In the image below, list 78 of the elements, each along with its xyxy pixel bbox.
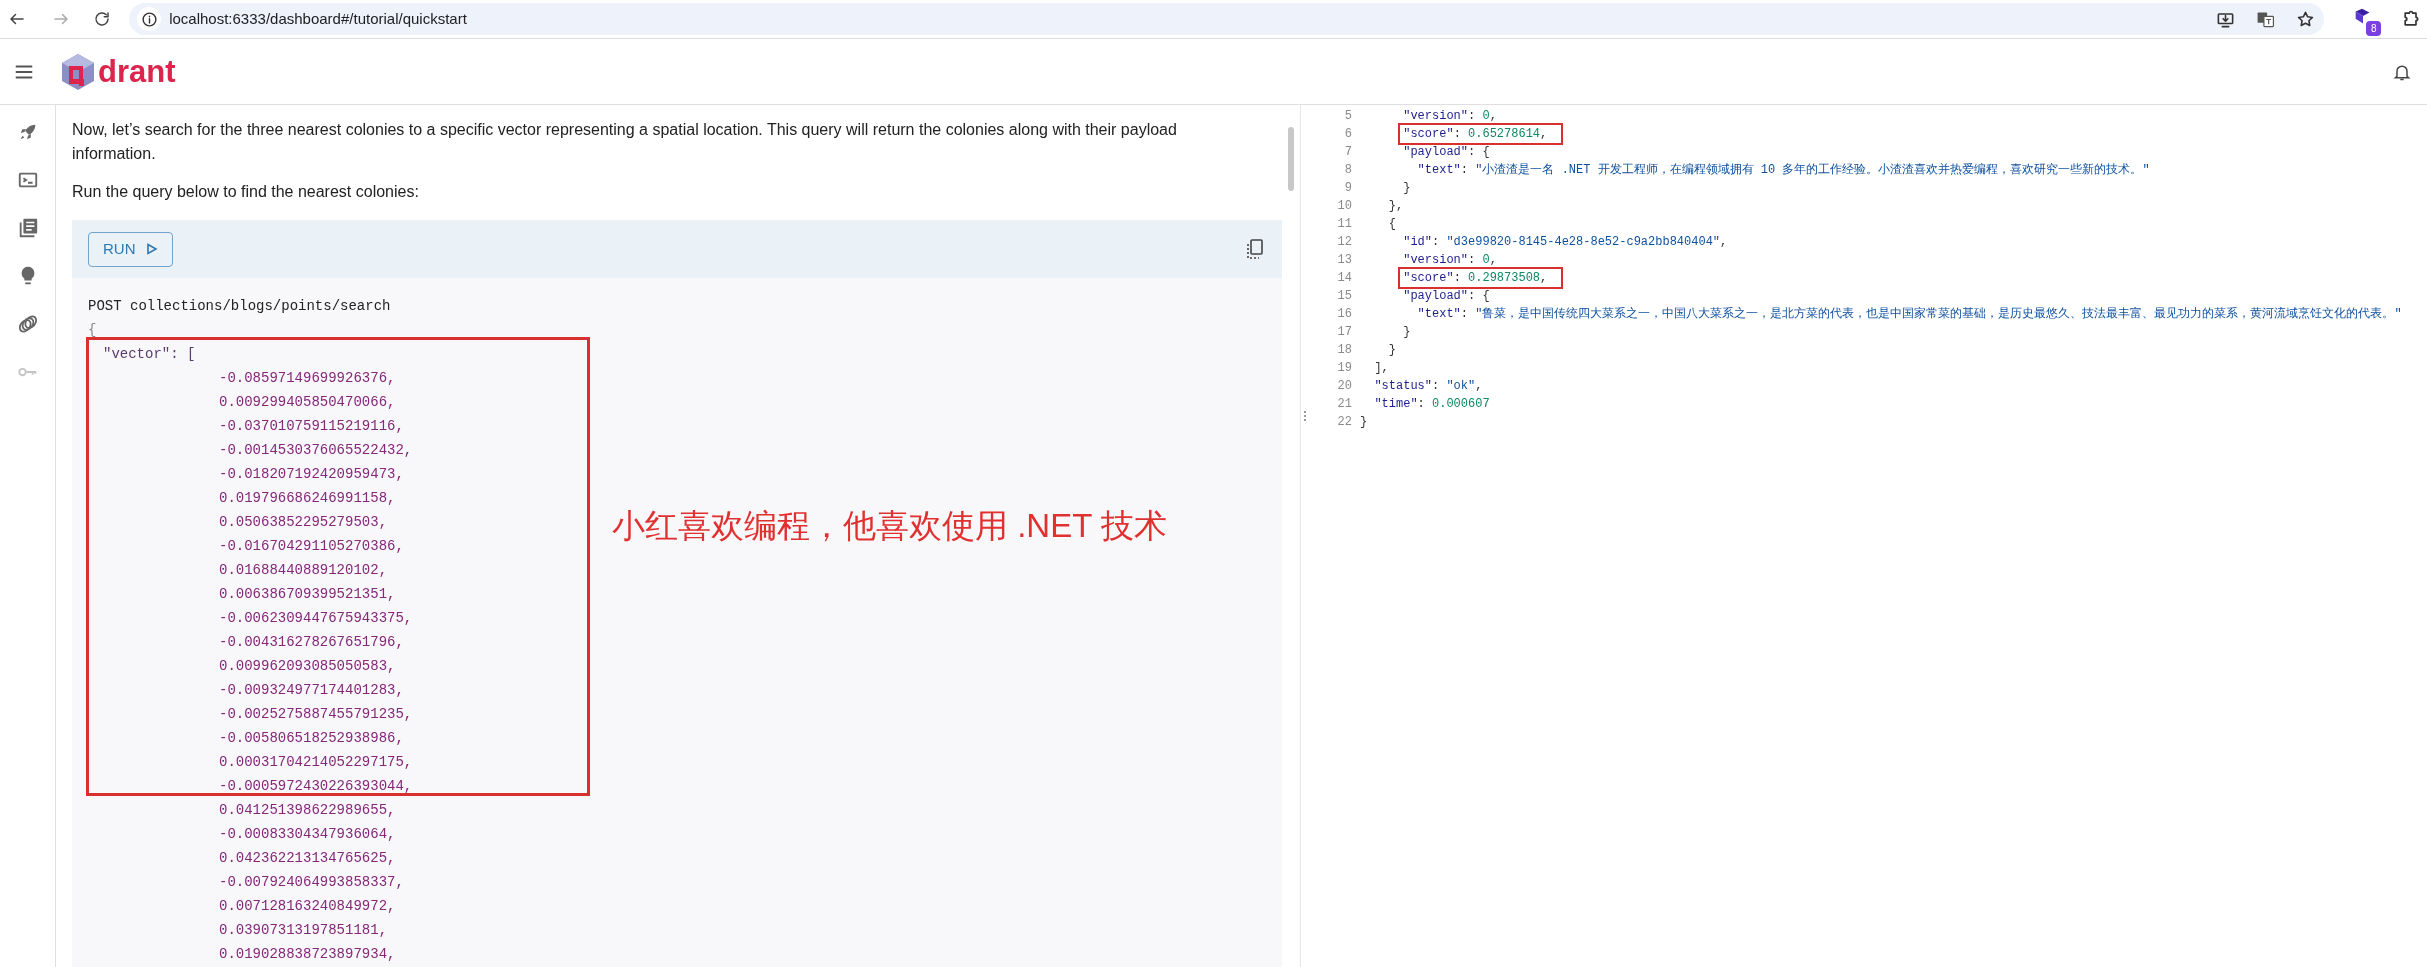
code-line: "version": 0, [1403,252,1497,269]
annotation-note: 小红喜欢编程，他喜欢使用 .NET 技术 [612,506,1167,546]
code-text: { [88,321,97,340]
copy-icon[interactable] [1244,237,1266,261]
code-text: -0.007924064993858337, [218,873,404,892]
code-text: -0.0062309447675943375, [218,609,413,628]
code-text: 0.01688440889120102, [218,561,388,580]
code-text: -0.0005972430226393044, [218,777,413,796]
code-text: -0.037010759115219116, [218,417,404,436]
code-line: "score": 0.65278614, [1403,126,1548,143]
code-text: -0.0025275887455791235, [218,705,413,724]
code-text: 0.006386709399521351, [218,585,396,604]
code-text: -0.004316278267651796, [218,633,404,652]
code-line: "text": "小渣渣是一名 .NET 开发工程师，在编程领域拥有 10 多年的工作经验。小渣渣喜欢并热爱编程，喜欢研究一些新的技术。" [1417,162,2150,179]
code-line: "id": "d3e99820-8145-4e28-8e52-c9a2bb840404", [1403,234,1728,251]
line-number: 21 [1336,396,1353,413]
line-number: 19 [1336,360,1353,377]
logo-text: drant [98,56,176,87]
drag-handle-icon[interactable] [1302,410,1307,422]
code-line: "score": 0.29873508, [1403,270,1548,287]
paragraph: Run the query below to find the nearest colonies: [72,182,420,202]
code-line: } [1360,414,1368,431]
code-text: 0.007128163240849972, [218,897,396,916]
info-icon [137,7,162,31]
line-number: 9 [1343,180,1353,197]
code-line: "payload": { [1403,144,1490,161]
code-line: { [1388,216,1396,233]
line-number: 16 [1336,306,1353,323]
line-number: 20 [1336,378,1353,395]
code-text: 0.05063852295279503, [218,513,388,532]
code-text: -0.0014530376065522432, [218,441,413,460]
address-bar[interactable]: localhost:6333/dashboard#/tutorial/quickstart [129,3,2324,35]
line-number: 17 [1336,324,1353,341]
line-number: 5 [1343,108,1353,125]
code-text: -0.08597149699926376, [218,369,396,388]
code-line: } [1403,324,1411,341]
code-text: 0.009299405850470066, [218,393,396,412]
code-text: -0.009324977174401283, [218,681,404,700]
paragraph: Now, let’s search for the three nearest colonies to a specific vector representing a spatial location. This query will return the colonies along with their payload information. [72,120,1178,164]
extension-badge: 8 [2366,21,2382,36]
logo-icon [60,51,96,92]
code-text: 0.03907313197851181, [218,921,388,940]
code-line: ], [1374,360,1389,377]
line-number: 8 [1343,162,1353,179]
url-text: localhost:6333/dashboard#/tutorial/quickstart [169,8,467,29]
code-text: -0.016704291105270386, [218,537,404,556]
code-text: -0.00083304347936064, [218,825,396,844]
line-number: 7 [1343,144,1353,161]
line-number: 15 [1336,288,1353,305]
code-text: 0.041251398622989655, [218,801,396,820]
request-line: POST collections/blogs/points/search [88,297,391,316]
code-text: 0.019028838723897934, [218,945,396,964]
code-line: "status": "ok", [1374,378,1483,395]
line-number: 11 [1336,216,1353,233]
line-number: 18 [1336,342,1353,359]
line-number: 14 [1336,270,1353,287]
code-line: } [1403,180,1411,197]
line-number: 6 [1343,126,1353,143]
code-text: 0.042362213134765625, [218,849,396,868]
line-number: 13 [1336,252,1353,269]
code-line: "text": "鲁菜，是中国传统四大菜系之一，中国八大菜系之一，是北方菜的代表，也是中国家常菜的基础，是历史最悠久、技法最丰富、最见功力的菜系，黄河流域烹饪文化的代表。" [1417,306,2402,323]
code-line: "version": 0, [1403,108,1497,125]
line-number: 22 [1336,414,1353,431]
code-line: "payload": { [1403,288,1490,305]
code-text: 0.019796686246991158, [218,489,396,508]
line-number: 12 [1336,234,1353,251]
scrollbar-thumb[interactable] [1288,127,1294,191]
code-text: -0.005806518252938986, [218,729,404,748]
code-line: "time": 0.000607 [1374,396,1490,413]
code-line: } [1388,342,1396,359]
code-text: "vector": [ [102,345,196,364]
code-line: }, [1388,198,1404,215]
run-button[interactable]: RUN [88,231,173,267]
code-text: 0.00031704214052297175, [218,753,413,772]
code-text: -0.018207192420959473, [218,465,404,484]
code-text: 0.009962093085050583, [218,657,396,676]
play-icon [145,243,158,255]
line-number: 10 [1336,198,1353,215]
